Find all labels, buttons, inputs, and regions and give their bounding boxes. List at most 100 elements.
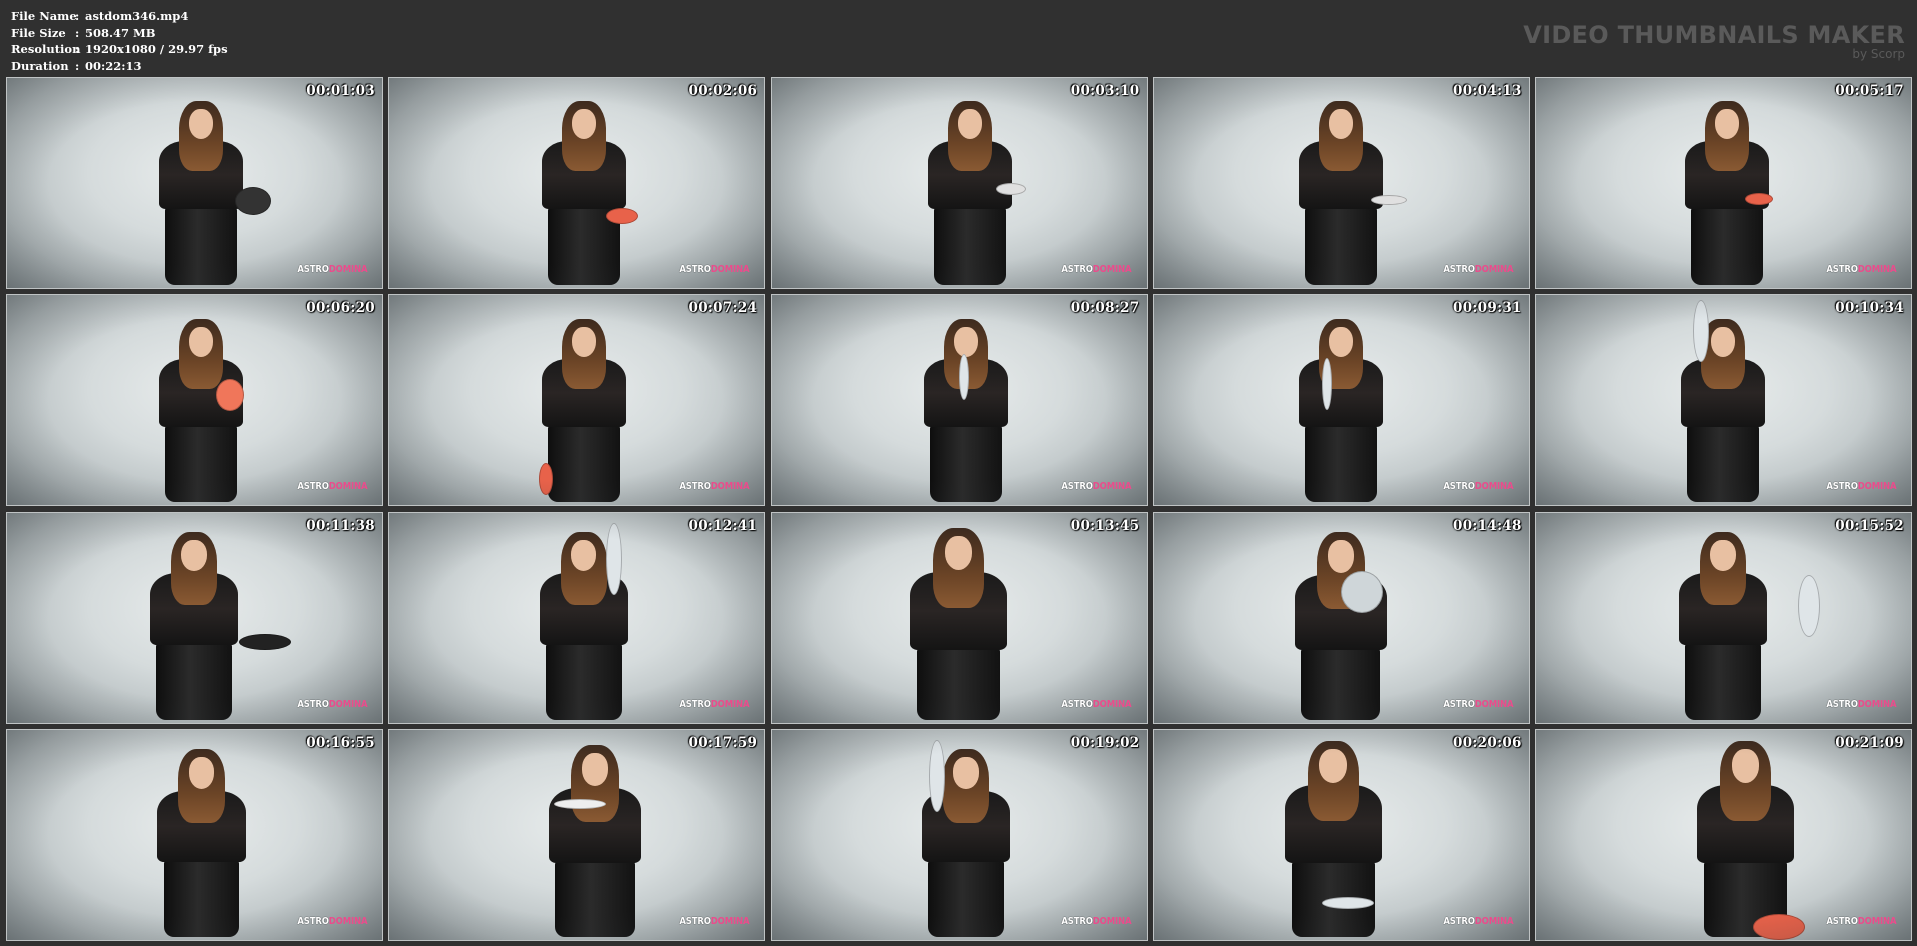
thumbnail-timestamp: 00:09:31	[1453, 300, 1522, 317]
thumbnail-timestamp: 00:11:38	[306, 517, 375, 534]
watermark-part-b: DOMINA	[1857, 481, 1896, 493]
watermark-part-b: DOMINA	[1092, 698, 1132, 710]
resolution-value: 1920x1080 / 29.97 fps	[85, 42, 228, 56]
thumbnail-sheet: File Name : astdom346.mp4 File Size : 50…	[0, 0, 1917, 946]
video-thumbnail[interactable]: 00:17:59 ASTRODOMINA	[388, 728, 766, 941]
vignette-overlay	[7, 295, 382, 506]
vignette-overlay	[1153, 729, 1529, 940]
watermark-logo: ASTRODOMINA	[1444, 699, 1514, 710]
vignette-overlay	[771, 729, 1147, 940]
video-thumbnail[interactable]: 00:20:06 ASTRODOMINA	[1152, 728, 1530, 941]
video-thumbnail[interactable]: 00:14:48 ASTRODOMINA	[1152, 511, 1530, 724]
separator: :	[75, 58, 80, 73]
thumbnail-timestamp: 00:16:55	[306, 734, 375, 751]
video-thumbnail[interactable]: 00:02:06 ASTRODOMINA	[388, 77, 766, 289]
separator: :	[75, 42, 80, 56]
thumbnail-timestamp: 00:21:09	[1835, 734, 1904, 751]
watermark-part-a: ASTRO	[679, 481, 711, 493]
watermark-logo: ASTRODOMINA	[297, 916, 367, 927]
watermark-part-b: DOMINA	[1857, 698, 1896, 710]
vignette-overlay	[1536, 729, 1911, 940]
watermark-part-b: DOMINA	[710, 481, 750, 493]
thumbnail-timestamp: 00:17:59	[688, 734, 758, 751]
thumbnail-timestamp: 00:05:17	[1835, 83, 1904, 99]
video-thumbnail[interactable]: 00:01:03 ASTRODOMINA	[6, 77, 383, 289]
video-thumbnail[interactable]: 00:08:27 ASTRODOMINA	[770, 294, 1148, 507]
video-thumbnail[interactable]: 00:11:38 ASTRODOMINA	[6, 511, 383, 724]
watermark-part-b: DOMINA	[328, 481, 367, 493]
file-name-value: astdom346.mp4	[85, 9, 189, 23]
vignette-overlay	[1153, 512, 1529, 723]
video-thumbnail[interactable]: 00:16:55 ASTRODOMINA	[6, 728, 383, 941]
video-thumbnail[interactable]: 00:07:24 ASTRODOMINA	[388, 294, 766, 507]
watermark-part-b: DOMINA	[1475, 264, 1514, 275]
thumbnail-timestamp: 00:20:06	[1453, 734, 1522, 751]
vignette-overlay	[389, 78, 765, 288]
video-thumbnail[interactable]: 00:10:34 ASTRODOMINA	[1535, 294, 1912, 507]
watermark-logo: ASTRODOMINA	[679, 481, 749, 492]
vignette-overlay	[7, 78, 382, 288]
watermark-logo: ASTRODOMINA	[1444, 916, 1514, 927]
thumbnail-timestamp: 00:15:52	[1835, 517, 1904, 534]
file-info-panel: File Name : astdom346.mp4 File Size : 50…	[11, 8, 228, 74]
vignette-overlay	[389, 295, 765, 506]
separator: :	[75, 9, 80, 23]
file-name-row: File Name : astdom346.mp4	[11, 8, 228, 25]
video-thumbnail[interactable]: 00:09:31 ASTRODOMINA	[1152, 294, 1530, 507]
vignette-overlay	[1536, 78, 1911, 288]
duration-value: 00:22:13	[85, 58, 142, 73]
video-thumbnail[interactable]: 00:12:41 ASTRODOMINA	[388, 511, 766, 724]
watermark-logo: ASTRODOMINA	[1826, 481, 1896, 492]
watermark-part-a: ASTRO	[1061, 481, 1093, 493]
watermark-part-a: ASTRO	[1825, 698, 1858, 710]
video-thumbnail[interactable]: 00:03:10 ASTRODOMINA	[770, 77, 1148, 289]
watermark-part-b: DOMINA	[1092, 264, 1132, 275]
watermark-part-b: DOMINA	[710, 698, 750, 710]
thumbnail-timestamp: 00:08:27	[1070, 300, 1140, 317]
watermark-part-a: ASTRO	[1443, 698, 1476, 710]
watermark-part-a: ASTRO	[296, 698, 329, 710]
watermark-part-b: DOMINA	[328, 915, 367, 927]
file-size-value: 508.47 MB	[85, 25, 156, 40]
video-thumbnail[interactable]: 00:05:17 ASTRODOMINA	[1535, 77, 1912, 289]
video-thumbnail[interactable]: 00:13:45 ASTRODOMINA	[770, 511, 1148, 724]
watermark-part-a: ASTRO	[679, 264, 711, 275]
watermark-logo: ASTRODOMINA	[679, 264, 749, 275]
watermark-part-b: DOMINA	[328, 698, 367, 710]
watermark-part-a: ASTRO	[1443, 915, 1476, 927]
resolution-row: Resolution : 1920x1080 / 29.97 fps	[11, 41, 228, 58]
video-thumbnail[interactable]: 00:04:13 ASTRODOMINA	[1152, 77, 1530, 289]
watermark-logo: ASTRODOMINA	[1826, 699, 1896, 710]
video-thumbnail[interactable]: 00:15:52 ASTRODOMINA	[1535, 511, 1912, 724]
thumbnail-timestamp: 00:19:02	[1070, 734, 1140, 751]
watermark-logo: ASTRODOMINA	[1444, 481, 1514, 492]
file-name-label: File Name	[11, 9, 77, 23]
vignette-overlay	[1153, 78, 1529, 288]
vignette-overlay	[771, 512, 1147, 723]
video-thumbnail[interactable]: 00:06:20 ASTRODOMINA	[6, 294, 383, 507]
watermark-logo: ASTRODOMINA	[1061, 481, 1131, 492]
duration-label: Duration	[11, 58, 69, 73]
thumbnail-timestamp: 00:04:13	[1453, 83, 1522, 99]
watermark-logo: ASTRODOMINA	[679, 916, 749, 927]
vignette-overlay	[389, 512, 765, 723]
watermark-part-b: DOMINA	[1857, 915, 1896, 927]
watermark-part-a: ASTRO	[1061, 698, 1093, 710]
vignette-overlay	[7, 729, 382, 940]
vignette-overlay	[7, 512, 382, 723]
thumbnail-timestamp: 00:13:45	[1070, 517, 1140, 534]
watermark-part-a: ASTRO	[679, 915, 711, 927]
video-thumbnail[interactable]: 00:19:02 ASTRODOMINA	[770, 728, 1148, 941]
watermark-logo: ASTRODOMINA	[1826, 916, 1896, 927]
watermark-logo: ASTRODOMINA	[297, 699, 367, 710]
file-size-row: File Size : 508.47 MB	[11, 25, 228, 42]
watermark-part-b: DOMINA	[1475, 481, 1514, 493]
vignette-overlay	[389, 729, 765, 940]
video-thumbnail[interactable]: 00:21:09 ASTRODOMINA	[1535, 728, 1912, 941]
watermark-part-a: ASTRO	[1061, 915, 1093, 927]
watermark-logo: ASTRODOMINA	[1061, 264, 1131, 275]
watermark-logo: ASTRODOMINA	[1826, 264, 1896, 275]
thumbnail-timestamp: 00:10:34	[1835, 300, 1904, 317]
brand-title: VIDEO THUMBNAILS MAKER	[1523, 21, 1905, 49]
separator: :	[75, 25, 80, 40]
